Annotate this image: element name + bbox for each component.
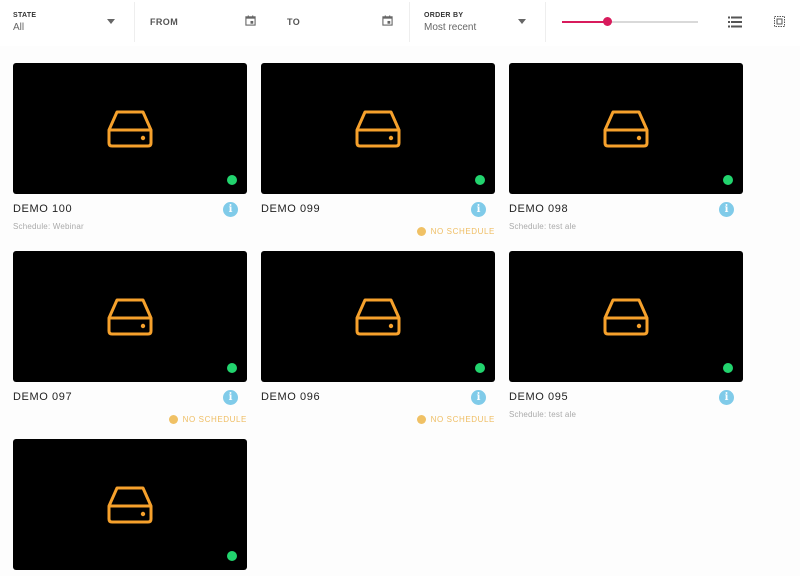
device-title: DEMO 096: [261, 391, 321, 403]
device-thumbnail[interactable]: [261, 251, 495, 382]
chevron-down-icon: [518, 19, 526, 24]
from-label: FROM: [150, 17, 179, 27]
device-title: DEMO 100: [13, 203, 73, 215]
no-schedule-text: NO SCHEDULE: [430, 226, 495, 236]
no-schedule-badge: NO SCHEDULE: [168, 414, 247, 424]
hard-drive-icon: [107, 486, 153, 524]
from-date-field[interactable]: FROM: [135, 0, 272, 44]
online-status-dot: [475, 175, 485, 185]
thumbnail-size-slider[interactable]: [562, 16, 698, 28]
hard-drive-icon: [355, 110, 401, 148]
hard-drive-icon: [107, 110, 153, 148]
divider: [545, 2, 546, 42]
calendar-icon[interactable]: [245, 15, 256, 26]
info-icon[interactable]: i: [471, 390, 486, 405]
device-title: DEMO 095: [509, 391, 569, 403]
device-thumbnail[interactable]: [13, 63, 247, 194]
hard-drive-icon: [603, 110, 649, 148]
calendar-icon[interactable]: [382, 15, 393, 26]
device-title: DEMO 099: [261, 203, 321, 215]
info-icon[interactable]: i: [719, 202, 734, 217]
device-thumbnail[interactable]: [509, 251, 743, 382]
online-status-dot: [227, 551, 237, 561]
state-select[interactable]: STATE All: [0, 0, 134, 44]
schedule-label: Schedule: Webinar: [13, 222, 84, 231]
order-by-select[interactable]: ORDER BY Most recent: [410, 0, 545, 44]
hard-drive-icon: [355, 298, 401, 336]
filter-toolbar: STATE All FROM TO ORDER BY Most recent: [0, 0, 800, 46]
slider-fill: [562, 21, 607, 23]
warning-dot-icon: [168, 414, 178, 424]
device-thumbnail[interactable]: [509, 63, 743, 194]
to-date-field[interactable]: TO: [272, 0, 409, 44]
warning-dot-icon: [416, 414, 426, 424]
warning-dot-icon: [416, 226, 426, 236]
info-icon[interactable]: i: [223, 202, 238, 217]
to-label: TO: [287, 17, 301, 27]
chevron-down-icon: [107, 19, 115, 24]
online-status-dot: [227, 363, 237, 373]
state-label: STATE: [13, 12, 37, 19]
schedule-label: Schedule: test ale: [509, 410, 577, 419]
no-schedule-text: NO SCHEDULE: [182, 414, 247, 424]
state-value: All: [13, 22, 25, 33]
device-thumbnail[interactable]: [13, 251, 247, 382]
info-icon[interactable]: i: [719, 390, 734, 405]
device-title: DEMO 097: [13, 391, 73, 403]
order-by-label: ORDER BY: [424, 12, 464, 19]
info-icon[interactable]: i: [223, 390, 238, 405]
info-icon[interactable]: i: [471, 202, 486, 217]
online-status-dot: [723, 175, 733, 185]
schedule-label: Schedule: test ale: [509, 222, 577, 231]
no-schedule-text: NO SCHEDULE: [430, 414, 495, 424]
online-status-dot: [723, 363, 733, 373]
grid-view-icon[interactable]: [774, 16, 785, 27]
hard-drive-icon: [107, 298, 153, 336]
device-title: DEMO 098: [509, 203, 569, 215]
device-thumbnail[interactable]: [13, 439, 247, 570]
order-by-value: Most recent: [424, 22, 477, 33]
no-schedule-badge: NO SCHEDULE: [416, 226, 495, 236]
list-view-icon[interactable]: [728, 16, 742, 28]
online-status-dot: [227, 175, 237, 185]
hard-drive-icon: [603, 298, 649, 336]
no-schedule-badge: NO SCHEDULE: [416, 414, 495, 424]
slider-thumb[interactable]: [602, 17, 612, 26]
device-thumbnail[interactable]: [261, 63, 495, 194]
online-status-dot: [475, 363, 485, 373]
